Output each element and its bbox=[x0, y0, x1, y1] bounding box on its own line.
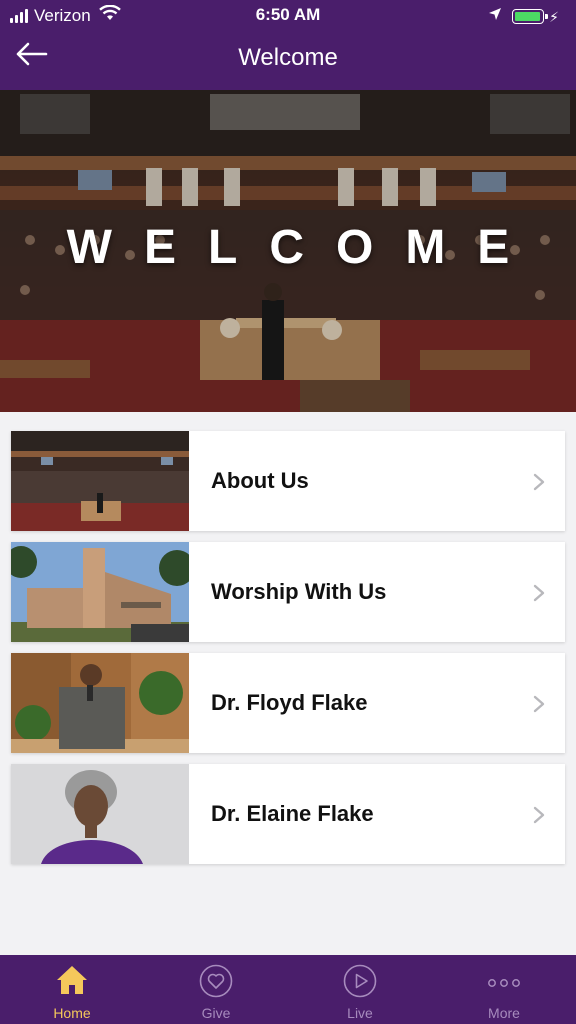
charging-bolt-icon: ⚡ bbox=[549, 8, 559, 25]
top-header: Verizon 6:50 AM ⚡ Welcome bbox=[0, 0, 576, 90]
navigation-bar: Welcome bbox=[0, 30, 576, 90]
menu-item-label: About Us bbox=[211, 468, 309, 493]
menu-item-label: Worship With Us bbox=[211, 579, 387, 604]
hero-welcome-text: WELCOME bbox=[66, 221, 542, 274]
menu-item-label: Dr. Floyd Flake bbox=[211, 690, 368, 715]
elaine-flake-thumbnail bbox=[11, 764, 189, 864]
tab-label: Live bbox=[347, 1005, 373, 1021]
status-bar: Verizon 6:50 AM ⚡ bbox=[0, 0, 576, 30]
heart-icon bbox=[199, 964, 233, 1003]
page-title: Welcome bbox=[238, 44, 338, 71]
menu-item-dr-floyd-flake[interactable]: Dr. Floyd Flake bbox=[11, 653, 565, 753]
menu-item-worship-with-us[interactable]: Worship With Us bbox=[11, 542, 565, 642]
menu-item-label: Dr. Elaine Flake bbox=[211, 801, 374, 826]
chevron-right-icon bbox=[533, 806, 545, 829]
tab-live[interactable]: Live bbox=[288, 955, 432, 1024]
tab-label: More bbox=[488, 1005, 520, 1021]
chevron-right-icon bbox=[533, 473, 545, 496]
floyd-flake-thumbnail bbox=[11, 653, 189, 753]
status-right: ⚡ bbox=[488, 6, 564, 26]
worship-thumbnail bbox=[11, 542, 189, 642]
play-icon bbox=[343, 964, 377, 1003]
tab-more[interactable]: More bbox=[432, 955, 576, 1024]
tab-label: Give bbox=[201, 1005, 231, 1021]
menu-item-about-us[interactable]: About Us bbox=[11, 431, 565, 531]
hero-banner: WELCOME bbox=[0, 90, 576, 412]
battery-icon: ⚡ bbox=[512, 8, 559, 25]
more-icon bbox=[486, 975, 522, 993]
tab-home[interactable]: Home bbox=[0, 955, 144, 1024]
tab-label: Home bbox=[53, 1005, 91, 1021]
tab-give[interactable]: Give bbox=[144, 955, 288, 1024]
menu-list: About Us Worship With Us Dr. Floyd Flake… bbox=[11, 431, 565, 875]
about-us-thumbnail bbox=[11, 431, 189, 531]
home-icon bbox=[55, 964, 89, 1001]
chevron-right-icon bbox=[533, 584, 545, 607]
chevron-right-icon bbox=[533, 695, 545, 718]
location-arrow-icon bbox=[488, 6, 502, 26]
tab-bar: Home Give Live More bbox=[0, 955, 576, 1024]
menu-item-dr-elaine-flake[interactable]: Dr. Elaine Flake bbox=[11, 764, 565, 864]
